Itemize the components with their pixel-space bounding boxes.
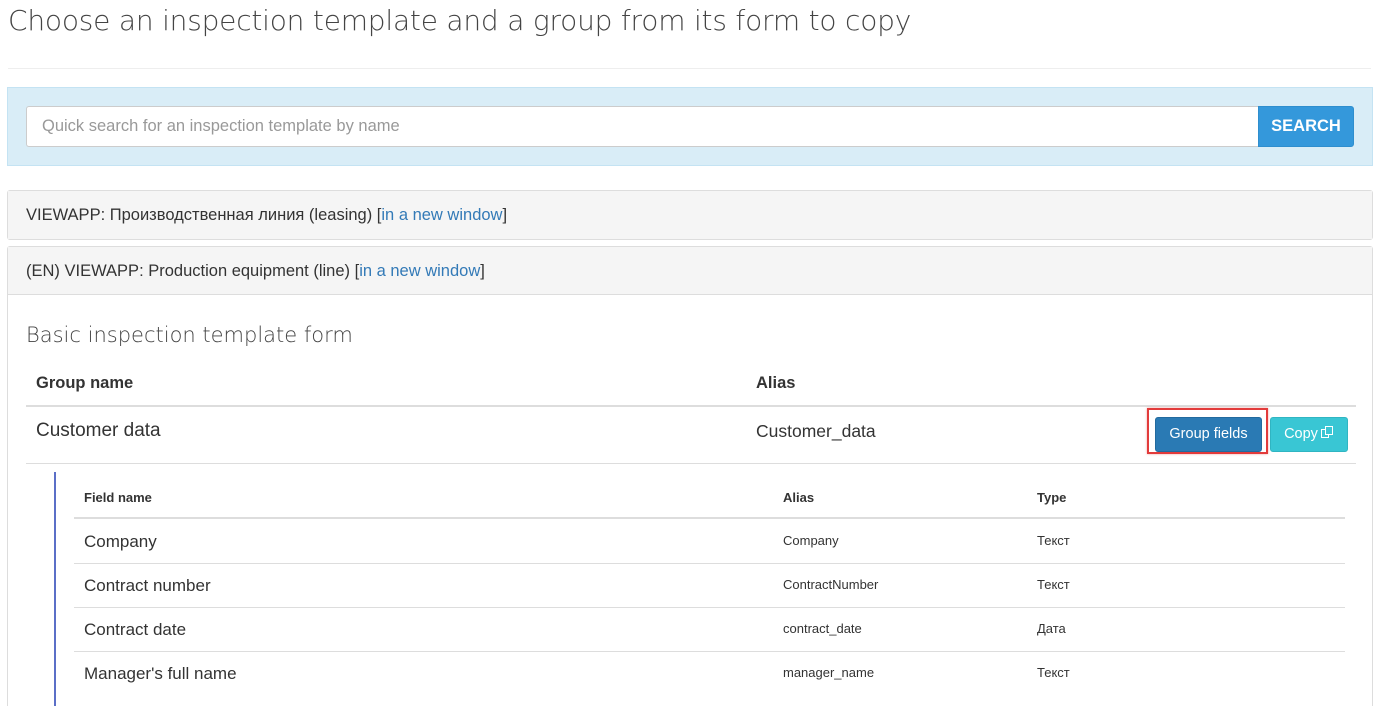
template-name: (EN) VIEWAPP: Production equipment (line… (26, 262, 351, 280)
open-new-window-link[interactable]: in a new window (381, 206, 502, 224)
column-header-field-name: Field name (84, 490, 152, 505)
field-alias: Company (783, 533, 839, 548)
field-name: Contract number (84, 576, 211, 595)
group-fields-button[interactable]: Group fields (1155, 417, 1262, 452)
field-alias: manager_name (783, 665, 875, 680)
column-header-field-alias: Alias (783, 490, 815, 505)
field-alias: contract_date (783, 621, 862, 636)
fields-table-header: Field name Alias Type (74, 472, 1345, 519)
template-panel-expanded: (EN) VIEWAPP: Production equipment (line… (7, 246, 1373, 706)
table-row: Company Company Текст (74, 520, 1345, 564)
bracket-close: ] (502, 206, 508, 224)
field-name: Company (84, 532, 157, 551)
column-header-field-type: Type (1037, 490, 1067, 505)
bracket-open: [ (350, 262, 360, 280)
template-panel: VIEWAPP: Производственная линия (leasing… (7, 190, 1373, 240)
column-header-group-name: Group name (36, 374, 134, 392)
table-row: Customer data Customer_data Group fields… (26, 407, 1356, 464)
copy-icon (1320, 426, 1334, 439)
bracket-close: ] (480, 262, 485, 280)
table-row: Contract date contract_date Дата (74, 608, 1345, 652)
field-type: Текст (1037, 577, 1070, 592)
field-type: Текст (1037, 665, 1070, 680)
group-name: Customer data (36, 420, 161, 441)
template-heading[interactable]: VIEWAPP: Производственная линия (leasing… (8, 191, 1372, 239)
table-row: Manager's full name manager_name Текст (74, 652, 1345, 696)
search-panel: SEARCH (7, 87, 1373, 166)
column-header-alias: Alias (756, 374, 796, 392)
table-row: Contract number ContractNumber Текст (74, 564, 1345, 608)
group-fields-list: Field name Alias Type Company Company Те… (54, 472, 1354, 706)
open-new-window-link[interactable]: in a new window (359, 262, 480, 280)
search-button[interactable]: SEARCH (1258, 106, 1354, 147)
page-title: Choose an inspection template and a grou… (8, 4, 912, 37)
field-name: Manager's full name (84, 664, 237, 683)
groups-table-header: Group name Alias (26, 367, 1356, 407)
template-name: VIEWAPP: Производственная линия (leasing… (26, 206, 373, 224)
group-alias: Customer_data (756, 421, 876, 441)
field-name: Contract date (84, 620, 187, 639)
bracket-open: [ (372, 206, 382, 224)
copy-button[interactable]: Copy (1270, 417, 1348, 452)
copy-button-label: Copy (1284, 426, 1318, 442)
title-divider (8, 68, 1371, 69)
field-alias: ContractNumber (783, 577, 879, 592)
field-type: Дата (1037, 621, 1066, 636)
template-heading[interactable]: (EN) VIEWAPP: Production equipment (line… (8, 247, 1372, 295)
field-type: Текст (1037, 533, 1070, 548)
form-title: Basic inspection template form (26, 323, 353, 347)
search-input[interactable] (26, 106, 1259, 147)
